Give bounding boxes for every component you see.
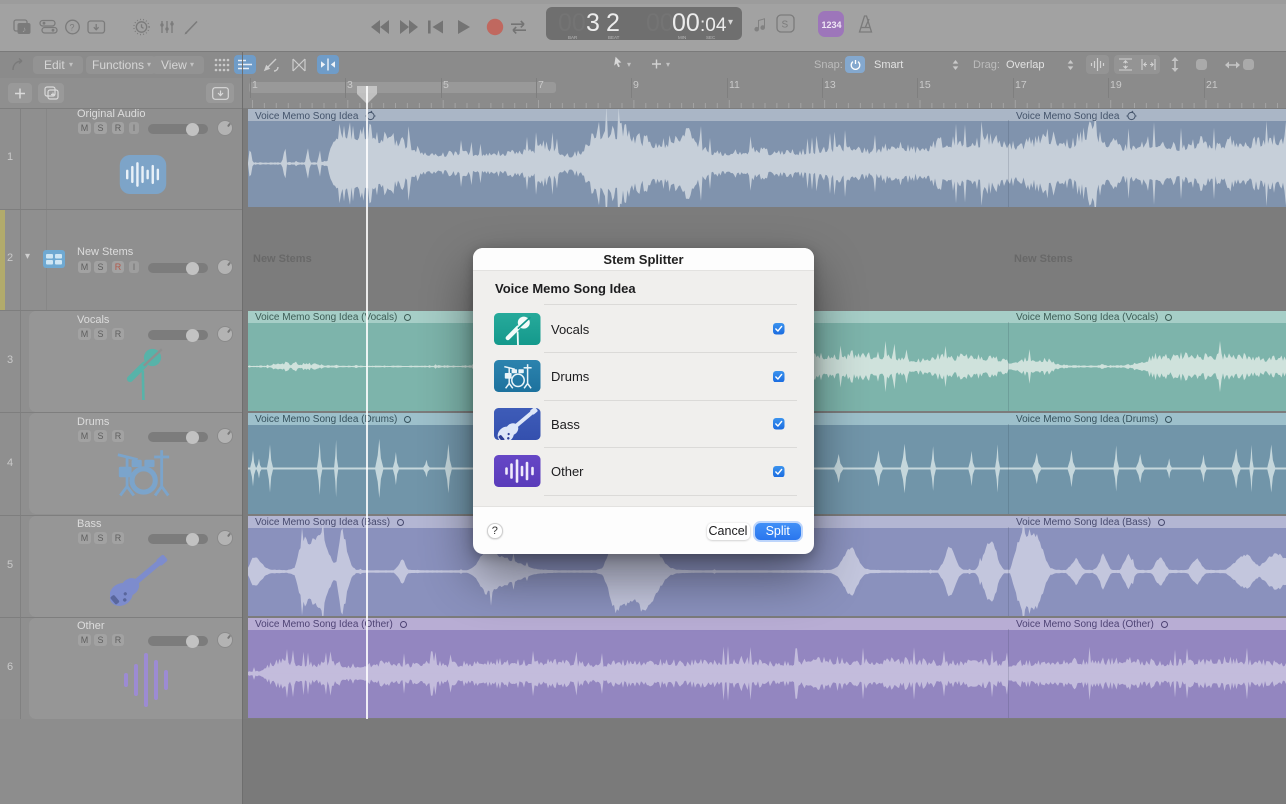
- svg-text:▾: ▾: [627, 60, 631, 69]
- svg-text:▾: ▾: [666, 60, 670, 69]
- svg-text:1234: 1234: [822, 20, 842, 30]
- svg-text:?: ?: [70, 23, 75, 33]
- svg-text:S: S: [782, 20, 789, 31]
- svg-text:♪: ♪: [22, 25, 26, 34]
